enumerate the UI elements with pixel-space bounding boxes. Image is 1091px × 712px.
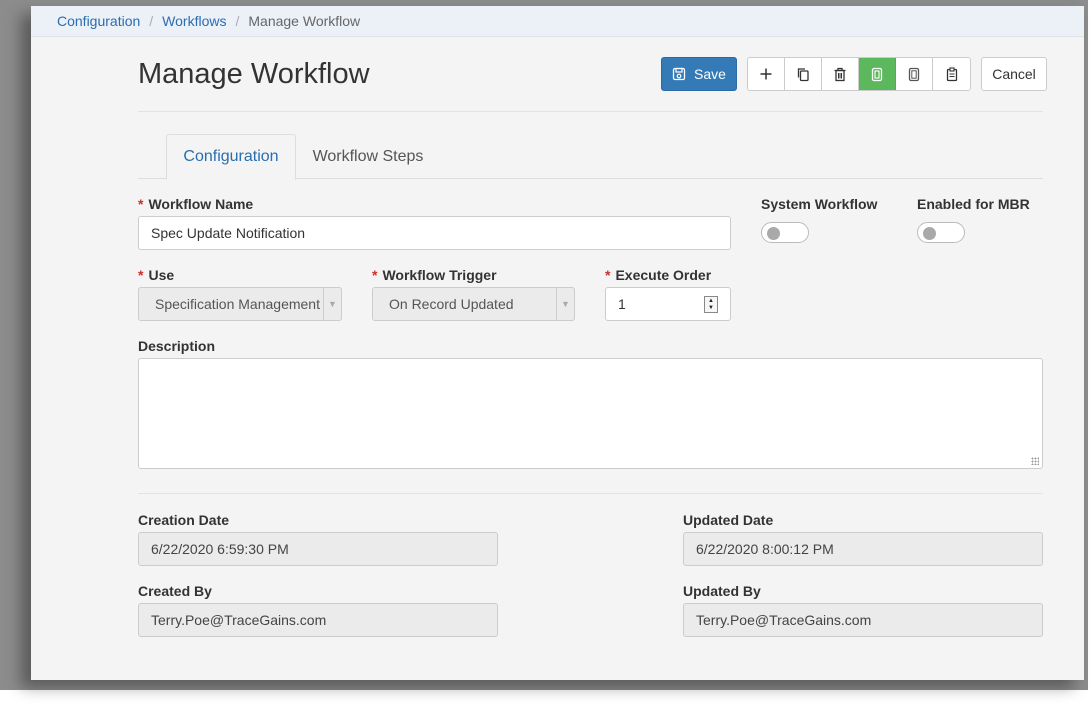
tab-workflow-steps[interactable]: Workflow Steps bbox=[300, 134, 436, 179]
action-button-group bbox=[747, 57, 971, 91]
system-workflow-label: System Workflow bbox=[761, 196, 878, 212]
breadcrumb-separator: / bbox=[149, 13, 154, 29]
save-button-label: Save bbox=[694, 66, 726, 82]
execute-order-input[interactable]: 1 ▲ ▼ bbox=[605, 287, 731, 321]
use-select-value: Specification Management bbox=[155, 296, 320, 312]
copy-icon bbox=[797, 67, 809, 81]
copy-button[interactable] bbox=[785, 58, 822, 90]
chevron-down-icon: ▼ bbox=[323, 288, 341, 320]
use-label: * Use bbox=[138, 267, 175, 283]
spinner-up-icon[interactable]: ▲ bbox=[708, 298, 714, 304]
resize-handle-icon[interactable] bbox=[1031, 457, 1039, 465]
description-textarea[interactable] bbox=[138, 358, 1043, 469]
workflow-name-label: * Workflow Name bbox=[138, 196, 254, 212]
breadcrumb-configuration[interactable]: Configuration bbox=[57, 13, 140, 29]
tab-bar: Configuration Workflow Steps bbox=[138, 134, 1043, 180]
add-button[interactable] bbox=[748, 58, 785, 90]
workflow-name-input[interactable]: Spec Update Notification bbox=[138, 216, 731, 250]
toggle-knob bbox=[923, 227, 936, 240]
toolbar: Save Cancel bbox=[661, 57, 1047, 91]
use-select[interactable]: Specification Management ▼ bbox=[138, 287, 342, 321]
clipboard-icon bbox=[946, 66, 957, 81]
workflow-trigger-value: On Record Updated bbox=[389, 296, 514, 312]
updated-date-field: 6/22/2020 8:00:12 PM bbox=[683, 532, 1043, 566]
plus-icon bbox=[760, 68, 772, 80]
active-document-icon bbox=[871, 67, 883, 81]
toggle-knob bbox=[767, 227, 780, 240]
execute-order-label: * Execute Order bbox=[605, 267, 712, 283]
workflow-trigger-select[interactable]: On Record Updated ▼ bbox=[372, 287, 575, 321]
document-view-button[interactable] bbox=[896, 58, 933, 90]
chevron-down-icon: ▼ bbox=[556, 288, 574, 320]
creation-date-label: Creation Date bbox=[138, 512, 230, 528]
created-by-label: Created By bbox=[138, 583, 212, 599]
workflow-trigger-label: * Workflow Trigger bbox=[372, 267, 497, 283]
save-icon bbox=[672, 67, 686, 81]
app-window: Configuration / Workflows / Manage Workf… bbox=[31, 6, 1084, 680]
breadcrumb: Configuration / Workflows / Manage Workf… bbox=[31, 6, 1084, 37]
execute-order-value: 1 bbox=[618, 296, 626, 312]
updated-date-label: Updated Date bbox=[683, 512, 774, 528]
breadcrumb-current: Manage Workflow bbox=[248, 13, 361, 29]
trash-icon bbox=[834, 67, 846, 81]
spinner-down-icon[interactable]: ▼ bbox=[708, 305, 714, 311]
created-by-field: Terry.Poe@TraceGains.com bbox=[138, 603, 498, 637]
creation-date-field: 6/22/2020 6:59:30 PM bbox=[138, 532, 498, 566]
system-workflow-toggle[interactable] bbox=[761, 222, 809, 243]
number-spinner[interactable]: ▲ ▼ bbox=[704, 296, 718, 313]
section-divider bbox=[138, 493, 1043, 494]
clipboard-button[interactable] bbox=[933, 58, 970, 90]
page-title: Manage Workflow bbox=[138, 58, 370, 90]
enabled-for-mbr-label: Enabled for MBR bbox=[917, 196, 1030, 212]
breadcrumb-workflows[interactable]: Workflows bbox=[162, 13, 226, 29]
document-icon bbox=[908, 67, 920, 81]
updated-by-field: Terry.Poe@TraceGains.com bbox=[683, 603, 1043, 637]
delete-button[interactable] bbox=[822, 58, 859, 90]
enabled-for-mbr-toggle[interactable] bbox=[917, 222, 965, 243]
save-button[interactable]: Save bbox=[661, 57, 737, 91]
updated-by-label: Updated By bbox=[683, 583, 761, 599]
tab-configuration[interactable]: Configuration bbox=[166, 134, 296, 180]
active-view-button[interactable] bbox=[859, 58, 896, 90]
breadcrumb-separator: / bbox=[235, 13, 240, 29]
description-label: Description bbox=[138, 338, 216, 354]
cancel-button[interactable]: Cancel bbox=[981, 57, 1047, 91]
header-divider bbox=[138, 111, 1043, 112]
